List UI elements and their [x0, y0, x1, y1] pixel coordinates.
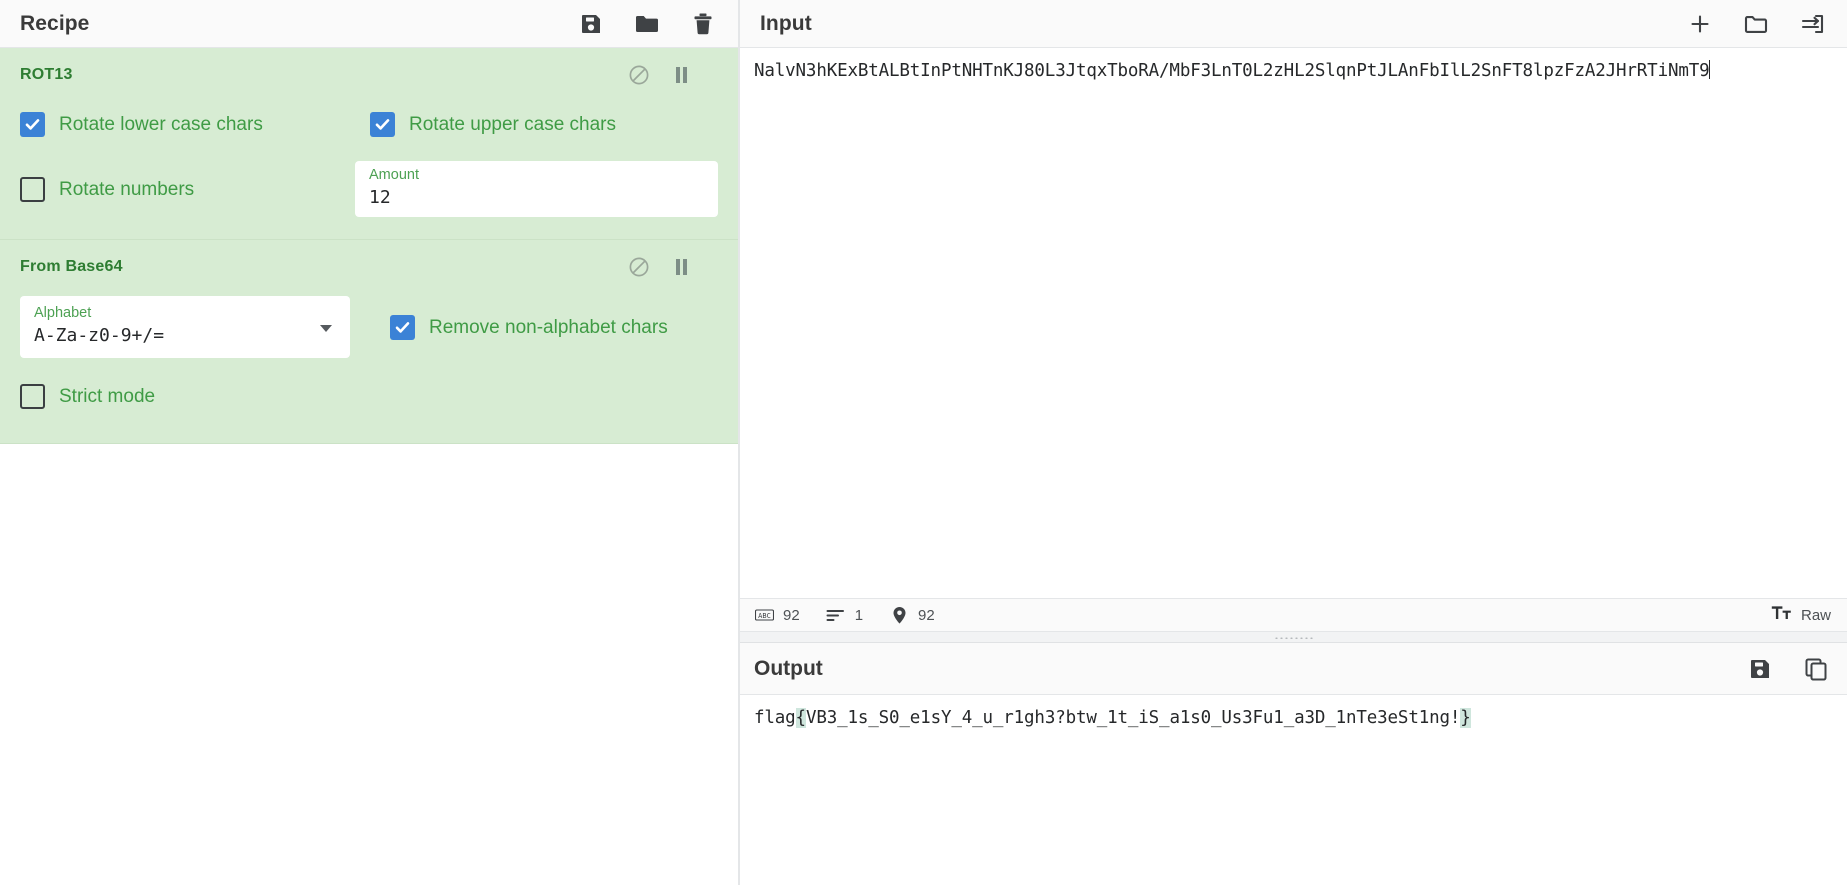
status-format-control[interactable]: Raw [1771, 604, 1831, 626]
operation-header: ROT13 [0, 48, 738, 90]
map-pin-icon [889, 606, 909, 624]
arg-rotate-upper-case[interactable]: Rotate upper case chars [370, 100, 616, 149]
arg-label: Rotate upper case chars [409, 115, 616, 134]
checkbox-checked-icon[interactable] [390, 315, 415, 340]
folder-icon[interactable] [634, 11, 660, 37]
io-pane: Input [740, 0, 1847, 885]
recipe-pane: Recipe [0, 0, 740, 885]
arg-row-checkboxes: Rotate lower case chars Rotate upper cas… [20, 100, 718, 149]
circle-slash-icon[interactable] [628, 64, 650, 86]
abc-icon: ABC [754, 606, 774, 624]
io-splitter[interactable] [740, 632, 1847, 643]
cyberchef-app: Recipe [0, 0, 1847, 885]
arg-label: Rotate numbers [59, 180, 194, 199]
input-text[interactable]: NalvN3hKExBtALBtInPtNHTnKJ80L3JtqxTboRA/… [754, 58, 1833, 84]
plus-icon[interactable] [1687, 11, 1713, 37]
amount-input[interactable]: 12 [369, 187, 704, 210]
field-label: Alphabet [34, 304, 336, 323]
recipe-operations-list: ROT13 [0, 48, 738, 444]
output-close-brace: } [1460, 708, 1470, 728]
input-status-bar: ABC 92 1 [740, 598, 1847, 632]
input-value[interactable]: NalvN3hKExBtALBtInPtNHTnKJ80L3JtqxTboRA/… [754, 61, 1710, 81]
output-text[interactable]: flag{VB3_1s_S0_e1sY_4_u_r1gh3?btw_1t_iS_… [754, 705, 1833, 731]
arg-label: Rotate lower case chars [59, 115, 263, 134]
operation-controls [628, 256, 718, 278]
output-toolbar [1747, 656, 1829, 682]
arg-row-numbers-amount: Rotate numbers Amount 12 [20, 161, 718, 217]
status-position[interactable]: 92 [889, 606, 935, 624]
output-pane-title: Output [754, 657, 823, 681]
output-value-prefix: flag [754, 708, 796, 728]
operation-arguments: Alphabet A-Za-z0-9+/= Remove non-alphabe… [0, 282, 738, 443]
recipe-pane-title: Recipe [20, 12, 89, 36]
arg-alphabet-select[interactable]: Alphabet A-Za-z0-9+/= [20, 296, 350, 358]
operation-controls [628, 64, 718, 86]
arg-label: Strict mode [59, 387, 155, 406]
field-label: Amount [369, 166, 704, 185]
recipe-title-bar: Recipe [0, 0, 738, 48]
checkbox-checked-icon[interactable] [370, 112, 395, 137]
checkbox-unchecked-icon[interactable] [20, 384, 45, 409]
circle-slash-icon[interactable] [628, 256, 650, 278]
output-open-brace: { [796, 708, 806, 728]
arg-strict-mode[interactable]: Strict mode [20, 372, 155, 421]
checkbox-checked-icon[interactable] [20, 112, 45, 137]
input-pane-title: Input [760, 12, 812, 36]
arg-rotate-lower-case[interactable]: Rotate lower case chars [20, 100, 370, 149]
arg-remove-non-alphabet-chars[interactable]: Remove non-alphabet chars [390, 303, 668, 352]
pause-icon[interactable] [670, 256, 692, 278]
operation-title: From Base64 [20, 258, 123, 276]
status-format-value[interactable]: Raw [1801, 607, 1831, 624]
floppy-disk-icon[interactable] [1747, 656, 1773, 682]
output-value-body: VB3_1s_S0_e1sY_4_u_r1gh3?btw_1t_iS_a1s0_… [806, 708, 1460, 728]
status-lines[interactable]: 1 [826, 606, 863, 624]
text-cursor [1709, 60, 1711, 79]
arg-row-alphabet: Alphabet A-Za-z0-9+/= Remove non-alphabe… [20, 296, 718, 358]
recipe-toolbar [578, 11, 716, 37]
operation-arguments: Rotate lower case chars Rotate upper cas… [0, 90, 738, 239]
arg-amount-field[interactable]: Amount 12 [355, 161, 718, 217]
open-folder-arrow-icon[interactable] [1799, 11, 1825, 37]
copy-icon[interactable] [1803, 656, 1829, 682]
input-title-bar: Input [740, 0, 1847, 48]
input-section: Input [740, 0, 1847, 632]
operation-header: From Base64 [0, 240, 738, 282]
arg-row-strict-mode: Strict mode [20, 372, 718, 421]
recipe-empty-area[interactable] [0, 444, 738, 885]
recipe-operation-rot13[interactable]: ROT13 [0, 48, 738, 240]
operation-title: ROT13 [20, 66, 73, 84]
pause-icon[interactable] [670, 64, 692, 86]
recipe-operation-from-base64[interactable]: From Base64 [0, 240, 738, 444]
arg-rotate-numbers[interactable]: Rotate numbers [20, 165, 355, 214]
status-length[interactable]: ABC 92 [754, 606, 800, 624]
checkbox-unchecked-icon[interactable] [20, 177, 45, 202]
status-lines-value: 1 [855, 607, 863, 624]
arg-label: Remove non-alphabet chars [429, 318, 668, 337]
status-position-value: 92 [918, 607, 935, 624]
output-section: Output [740, 643, 1847, 885]
alphabet-value[interactable]: A-Za-z0-9+/= [34, 325, 336, 348]
trash-icon[interactable] [690, 11, 716, 37]
input-editor[interactable]: NalvN3hKExBtALBtInPtNHTnKJ80L3JtqxTboRA/… [740, 48, 1847, 598]
lines-icon [826, 606, 846, 624]
floppy-disk-icon[interactable] [578, 11, 604, 37]
output-title-bar: Output [740, 643, 1847, 695]
input-toolbar [1687, 11, 1825, 37]
text-size-icon[interactable] [1771, 604, 1792, 626]
splitter-grip-icon[interactable] [1274, 636, 1314, 639]
output-editor[interactable]: flag{VB3_1s_S0_e1sY_4_u_r1gh3?btw_1t_iS_… [740, 695, 1847, 885]
svg-text:ABC: ABC [758, 612, 771, 620]
folder-icon[interactable] [1743, 11, 1769, 37]
status-length-value: 92 [783, 607, 800, 624]
